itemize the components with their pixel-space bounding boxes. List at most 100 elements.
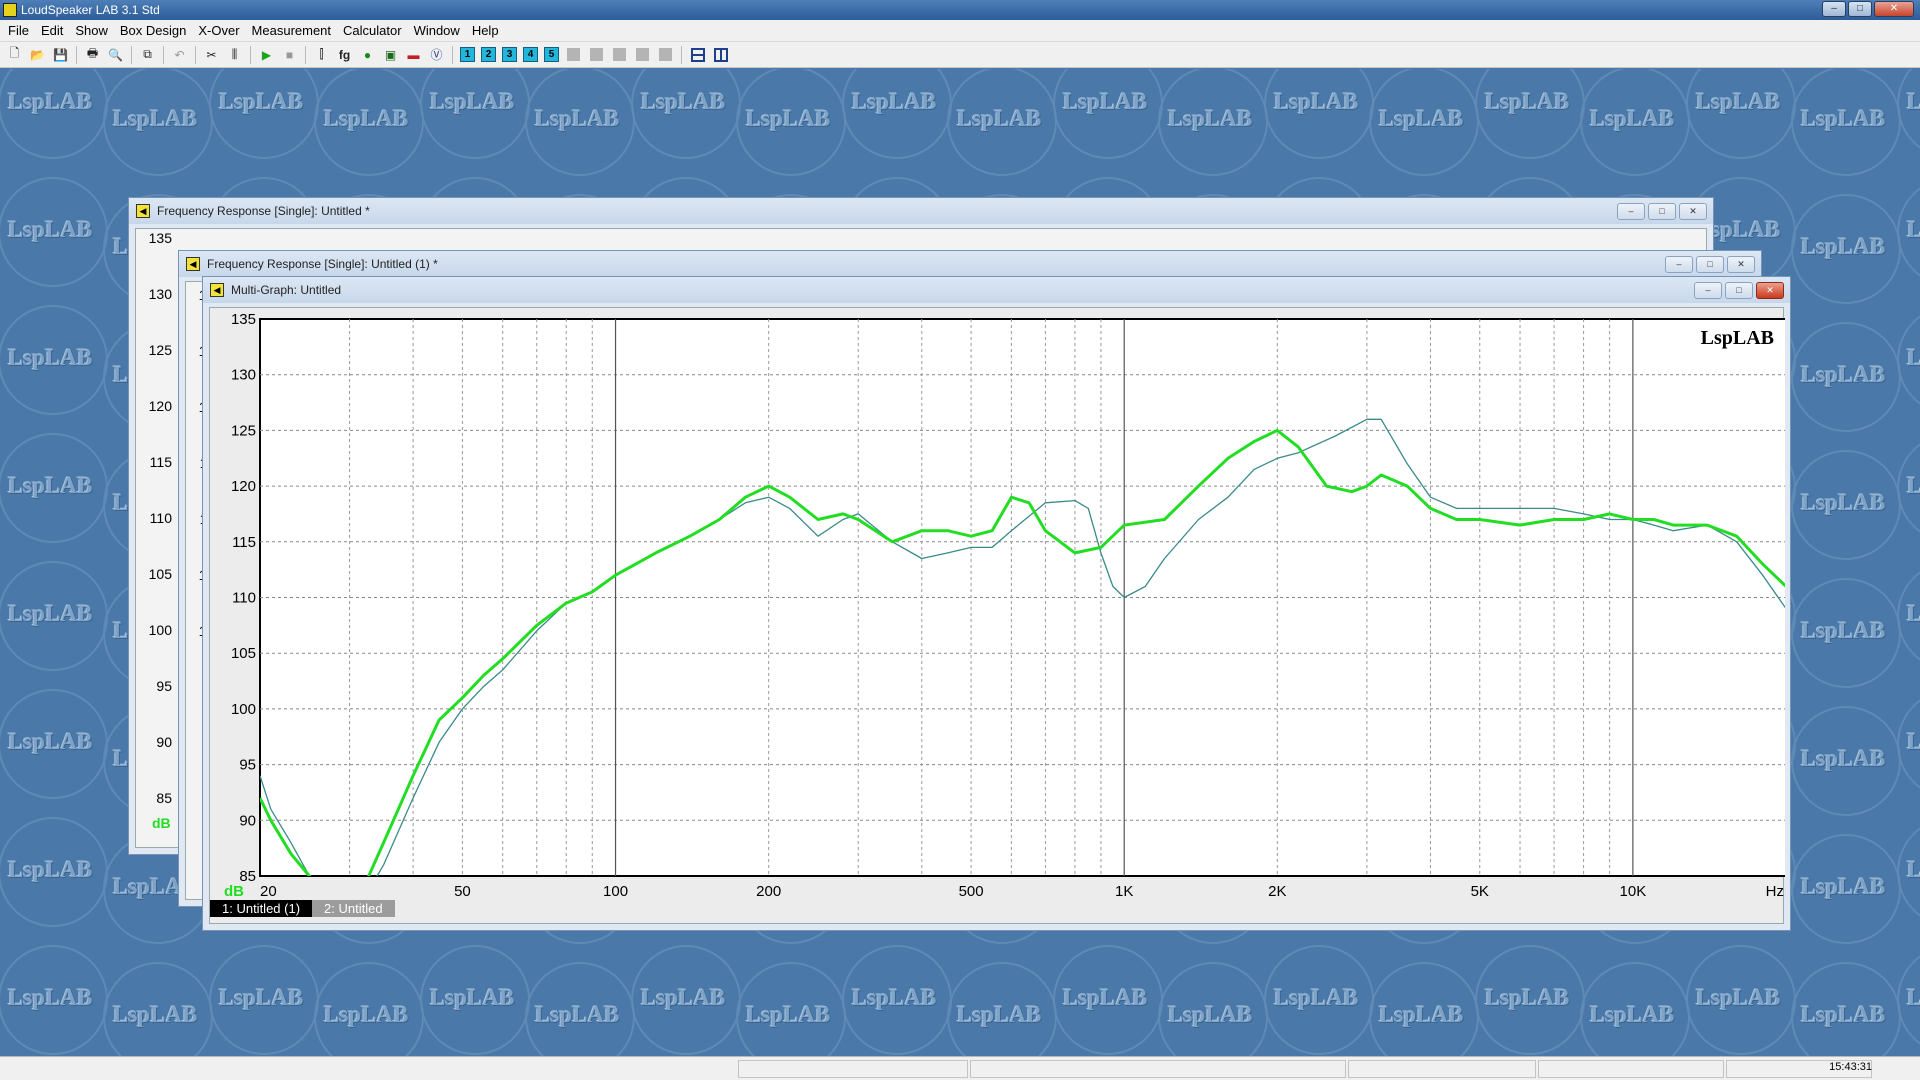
- print-preview-icon[interactable]: 🔍: [105, 45, 126, 65]
- graph-1-label: 1: [460, 47, 475, 62]
- maximize-button[interactable]: □: [1848, 1, 1872, 17]
- y-tick-label: 120: [231, 478, 256, 495]
- window-maximize-button[interactable]: □: [1648, 203, 1676, 220]
- watermark-text: LspLAB: [1696, 985, 1781, 1010]
- toolbar-separator: [250, 45, 251, 64]
- y-tick: 110: [149, 510, 172, 526]
- graph-tab-1[interactable]: 1: Untitled (1): [210, 900, 313, 917]
- new-file-icon[interactable]: 🗋: [4, 45, 25, 65]
- window-minimize-button[interactable]: –: [1665, 256, 1693, 273]
- minimize-button[interactable]: –: [1822, 1, 1846, 17]
- menu-box-design[interactable]: Box Design: [114, 20, 192, 42]
- window-title-bar[interactable]: ◀ Frequency Response [Single]: Untitled …: [129, 198, 1713, 224]
- window-maximize-button[interactable]: □: [1725, 282, 1753, 299]
- watermark-text: LspLAB: [1801, 1002, 1886, 1027]
- graph-5-button[interactable]: 5: [542, 45, 561, 65]
- y-tick: 105: [148, 566, 172, 582]
- watermark-text: LspLAB: [535, 106, 620, 131]
- app-icon: [3, 3, 17, 17]
- tool-icon[interactable]: ✂: [201, 45, 222, 65]
- disabled-slot-icon: [632, 45, 653, 65]
- play-icon[interactable]: ▶: [256, 45, 277, 65]
- watermark-text: LspLAB: [641, 89, 726, 114]
- y-tick-label: 115: [232, 534, 256, 551]
- menu-calculator[interactable]: Calculator: [337, 20, 408, 42]
- graph-1-button[interactable]: 1: [458, 45, 477, 65]
- speaker-icon: ◀: [136, 204, 150, 218]
- window-title: Multi-Graph: Untitled: [231, 283, 342, 297]
- window-maximize-button[interactable]: □: [1696, 256, 1724, 273]
- x-tick-label: 20: [260, 883, 277, 898]
- frequency-response-chart[interactable]: 13513012512011511010510095908520 50 100 200…: [210, 308, 1785, 898]
- graph-5-label: 5: [544, 47, 559, 62]
- toolbar-separator: [195, 45, 196, 64]
- chart-icon[interactable]: ⫿: [311, 45, 332, 65]
- close-button[interactable]: ✕: [1874, 1, 1914, 17]
- watermark-text: LspLAB: [8, 89, 93, 114]
- window-title: Frequency Response [Single]: Untitled (1…: [207, 257, 438, 271]
- box-icon[interactable]: ▣: [380, 45, 401, 65]
- app-title: LoudSpeaker LAB 3.1 Std: [21, 3, 160, 17]
- undo-icon[interactable]: ↶: [169, 45, 190, 65]
- tile-vertical-icon[interactable]: [710, 45, 731, 65]
- toolbar: 🗋 📂 💾 🖶 🔍 ⧉ ↶ ✂ ⫼ ▶ ■ ⫿ fg ● ▣ ▬ Ⓥ 1 2 3…: [0, 42, 1920, 68]
- watermark-text: LspLAB: [852, 89, 937, 114]
- watermark-text: LspLAB: [852, 985, 937, 1010]
- tile-horizontal-icon[interactable]: [687, 45, 708, 65]
- save-icon[interactable]: 💾: [50, 45, 71, 65]
- menu-window[interactable]: Window: [408, 20, 466, 42]
- y-tick: 115: [149, 454, 172, 470]
- multi-graph-body: 135 130 125 120 115 110 105 100 95 90 85 20 50 100 200…: [209, 307, 1785, 924]
- fg-icon[interactable]: fg: [334, 45, 355, 65]
- status-clock: 15:43:31: [1829, 1061, 1872, 1073]
- watermark-text: LspLAB: [8, 729, 93, 754]
- window-close-button[interactable]: ✕: [1727, 256, 1755, 273]
- window-close-button[interactable]: ✕: [1679, 203, 1707, 220]
- disabled-slot-icon: [655, 45, 676, 65]
- menu-file[interactable]: File: [2, 20, 35, 42]
- watermark-text: LspLAB: [1907, 473, 1920, 498]
- status-cell: [1538, 1060, 1724, 1078]
- y-tick-label: 110: [232, 590, 256, 607]
- watermark-text: LspLAB: [1168, 106, 1253, 131]
- y-tick: 95: [156, 678, 172, 694]
- copy-icon[interactable]: ⧉: [137, 45, 158, 65]
- watermark-text: LspLAB: [1907, 89, 1920, 114]
- disabled-slot-icon: [586, 45, 607, 65]
- menu-help[interactable]: Help: [466, 20, 505, 42]
- window-close-button[interactable]: ✕: [1756, 282, 1784, 299]
- v-icon[interactable]: Ⓥ: [426, 45, 447, 65]
- equalizer-icon[interactable]: ⫼: [224, 45, 245, 65]
- multi-graph-window[interactable]: ◀ Multi-Graph: Untitled – □ ✕ 135 130 125 1…: [202, 276, 1791, 931]
- stop-icon[interactable]: ■: [279, 45, 300, 65]
- status-cell: [1348, 1060, 1536, 1078]
- x-tick-label: 50: [454, 883, 471, 898]
- window-title-bar[interactable]: ◀ Frequency Response [Single]: Untitled …: [179, 251, 1761, 277]
- graph-tab-2[interactable]: 2: Untitled: [312, 900, 395, 917]
- window-minimize-button[interactable]: –: [1694, 282, 1722, 299]
- menu-show[interactable]: Show: [69, 20, 114, 42]
- y-tick-label: 125: [231, 422, 256, 439]
- toolbar-separator: [163, 45, 164, 64]
- open-folder-icon[interactable]: 📂: [27, 45, 48, 65]
- graph-4-button[interactable]: 4: [521, 45, 540, 65]
- y-tick: 125: [148, 342, 172, 358]
- menu-edit[interactable]: Edit: [35, 20, 69, 42]
- red-box-icon[interactable]: ▬: [403, 45, 424, 65]
- y-tick-label: 135: [231, 311, 256, 328]
- window-title-bar[interactable]: ◀ Multi-Graph: Untitled – □ ✕: [203, 277, 1790, 303]
- menu-x-over[interactable]: X-Over: [192, 20, 245, 42]
- x-tick-label: 10K: [1620, 883, 1647, 898]
- graph-2-button[interactable]: 2: [479, 45, 498, 65]
- watermark-text: LspLAB: [1907, 217, 1920, 242]
- watermark-text: LspLAB: [1590, 106, 1675, 131]
- circle-icon[interactable]: ●: [357, 45, 378, 65]
- watermark-text: LspLAB: [1801, 746, 1886, 771]
- menu-measurement[interactable]: Measurement: [246, 20, 337, 42]
- watermark-text: LspLAB: [219, 985, 304, 1010]
- window-minimize-button[interactable]: –: [1617, 203, 1645, 220]
- print-icon[interactable]: 🖶: [82, 45, 103, 65]
- graph-3-label: 3: [502, 47, 517, 62]
- graph-3-button[interactable]: 3: [500, 45, 519, 65]
- watermark-text: LspLAB: [113, 1002, 198, 1027]
